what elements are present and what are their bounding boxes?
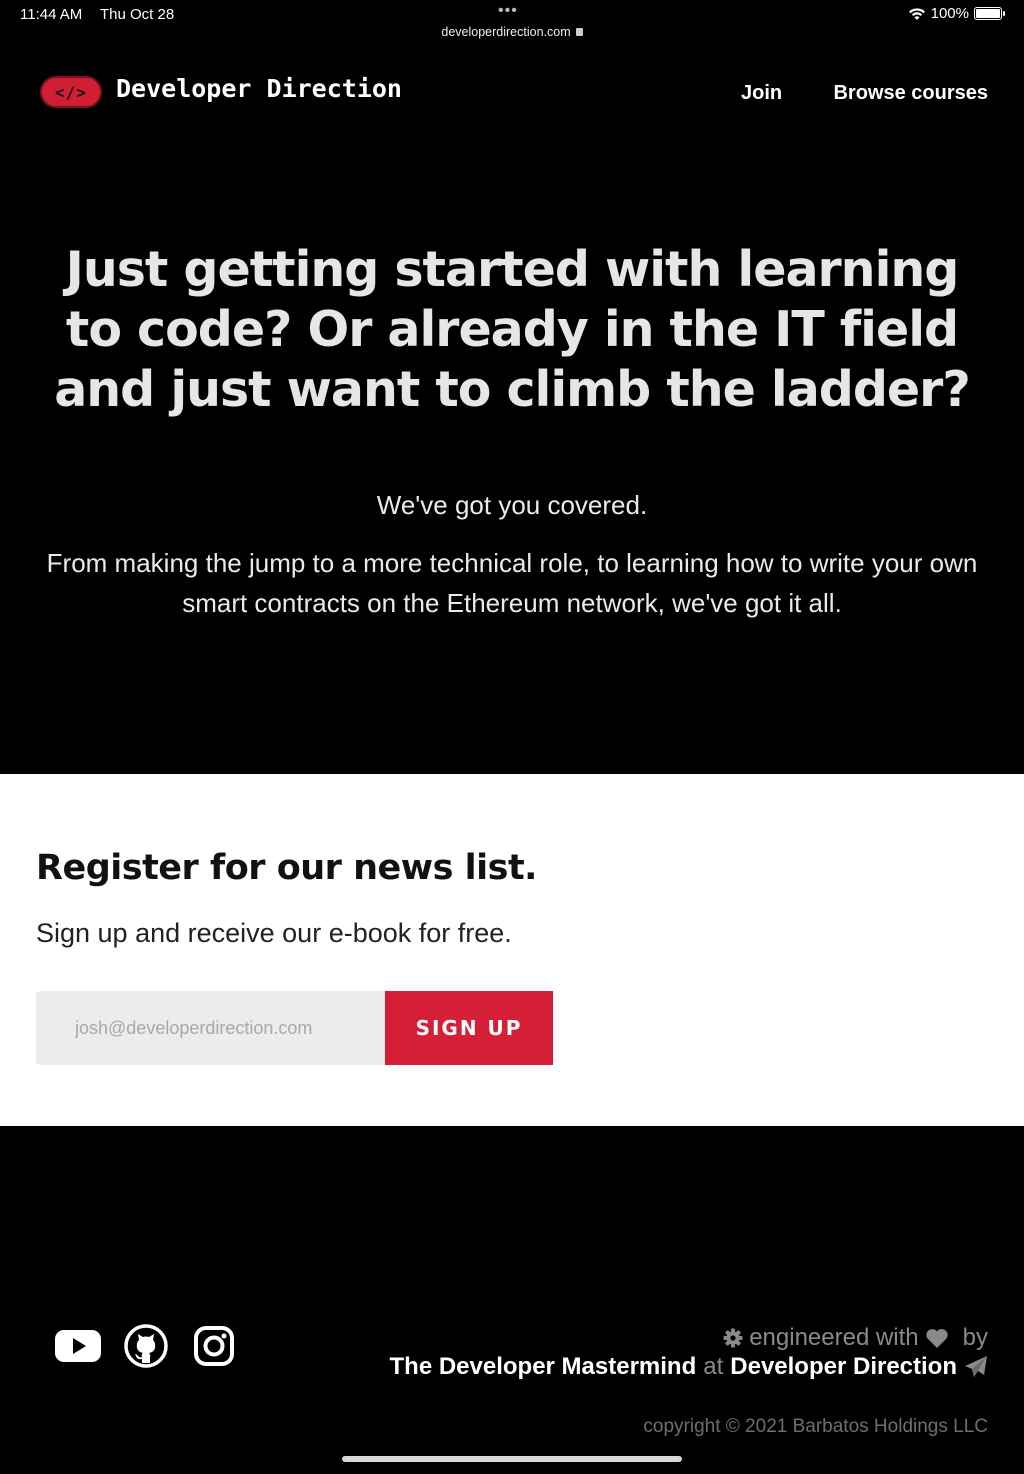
more-dots-icon[interactable]: ••• bbox=[498, 2, 518, 20]
engineered-credit: engineered with by bbox=[723, 1324, 988, 1352]
battery-icon bbox=[974, 7, 1005, 20]
hero-tagline: We've got you covered. bbox=[376, 490, 648, 520]
hero-section: Just getting started with learning to co… bbox=[0, 240, 1024, 623]
battery-percent: 100% bbox=[930, 5, 969, 22]
sign-up-button[interactable]: SIGN UP bbox=[385, 991, 553, 1065]
status-right: 100% bbox=[908, 5, 1005, 22]
home-indicator[interactable] bbox=[342, 1456, 682, 1462]
status-time: 11:44 AM bbox=[20, 6, 83, 23]
paper-plane-icon bbox=[965, 1356, 987, 1377]
company-name[interactable]: Developer Direction bbox=[730, 1353, 957, 1381]
newsletter-title: Register for our news list. bbox=[36, 848, 537, 888]
author-credit: The Developer Mastermind at Developer Di… bbox=[390, 1353, 989, 1381]
status-bar: 11:44 AM Thu Oct 28 ••• developerdirecti… bbox=[0, 0, 1024, 48]
heart-icon bbox=[925, 1328, 948, 1348]
instagram-icon[interactable] bbox=[190, 1322, 238, 1370]
gear-icon bbox=[723, 1328, 743, 1348]
logo-text[interactable]: Developer Direction bbox=[116, 74, 402, 103]
newsletter-subtitle: Sign up and receive our e-book for free. bbox=[36, 918, 512, 948]
youtube-icon[interactable] bbox=[54, 1322, 102, 1370]
at-text: at bbox=[703, 1353, 724, 1380]
nav-browse-courses-link[interactable]: Browse courses bbox=[833, 82, 988, 105]
email-input[interactable] bbox=[36, 991, 385, 1065]
nav-join-link[interactable]: Join bbox=[741, 82, 782, 105]
url-text: developerdirection.com bbox=[441, 25, 571, 39]
address-bar[interactable]: developerdirection.com bbox=[0, 25, 1024, 39]
status-date: Thu Oct 28 bbox=[100, 6, 175, 23]
wifi-icon bbox=[908, 7, 925, 20]
social-links bbox=[54, 1322, 238, 1370]
author-name[interactable]: The Developer Mastermind bbox=[390, 1353, 697, 1381]
github-icon[interactable] bbox=[122, 1322, 170, 1370]
site-header: </> Developer Direction Join Browse cour… bbox=[0, 60, 1024, 130]
copyright-text: copyright © 2021 Barbatos Holdings LLC bbox=[643, 1416, 988, 1437]
engineered-text: engineered with bbox=[749, 1324, 919, 1351]
by-text: by bbox=[962, 1324, 988, 1351]
newsletter-section: Register for our news list. Sign up and … bbox=[0, 774, 1024, 1126]
site-footer: engineered with by The Developer Masterm… bbox=[0, 1126, 1024, 1474]
hero-description: From making the jump to a more technical… bbox=[46, 548, 978, 618]
logo-badge-icon[interactable]: </> bbox=[40, 76, 102, 108]
hero-headline: Just getting started with learning to co… bbox=[54, 241, 971, 418]
lock-icon bbox=[575, 28, 583, 36]
